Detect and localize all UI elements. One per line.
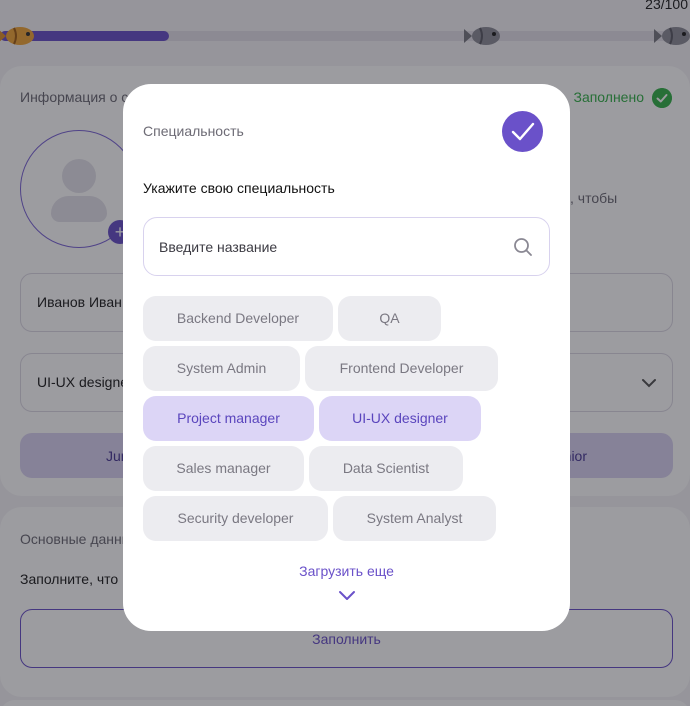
load-more-link[interactable]: Загрузить еще xyxy=(123,563,570,579)
chevron-down-icon[interactable] xyxy=(337,590,357,602)
search-input[interactable] xyxy=(159,228,499,266)
search-icon[interactable] xyxy=(513,237,533,257)
modal-title: Специальность xyxy=(143,123,244,139)
chip-project-manager[interactable]: Project manager xyxy=(143,396,314,441)
chip-data-scientist[interactable]: Data Scientist xyxy=(309,446,463,491)
search-box xyxy=(143,217,550,276)
chip-system-admin[interactable]: System Admin xyxy=(143,346,300,391)
confirm-button[interactable] xyxy=(502,111,543,152)
chip-ui-ux-designer[interactable]: UI-UX designer xyxy=(319,396,481,441)
specialty-prompt: Укажите свою специальность xyxy=(143,180,335,196)
specialty-modal: Специальность Укажите свою специальность… xyxy=(123,84,570,631)
check-icon xyxy=(511,122,535,141)
chip-qa[interactable]: QA xyxy=(338,296,441,341)
chip-frontend-developer[interactable]: Frontend Developer xyxy=(305,346,498,391)
chip-backend-developer[interactable]: Backend Developer xyxy=(143,296,333,341)
chip-system-analyst[interactable]: System Analyst xyxy=(333,496,496,541)
chip-sales-manager[interactable]: Sales manager xyxy=(143,446,304,491)
chip-security-developer[interactable]: Security developer xyxy=(143,496,328,541)
